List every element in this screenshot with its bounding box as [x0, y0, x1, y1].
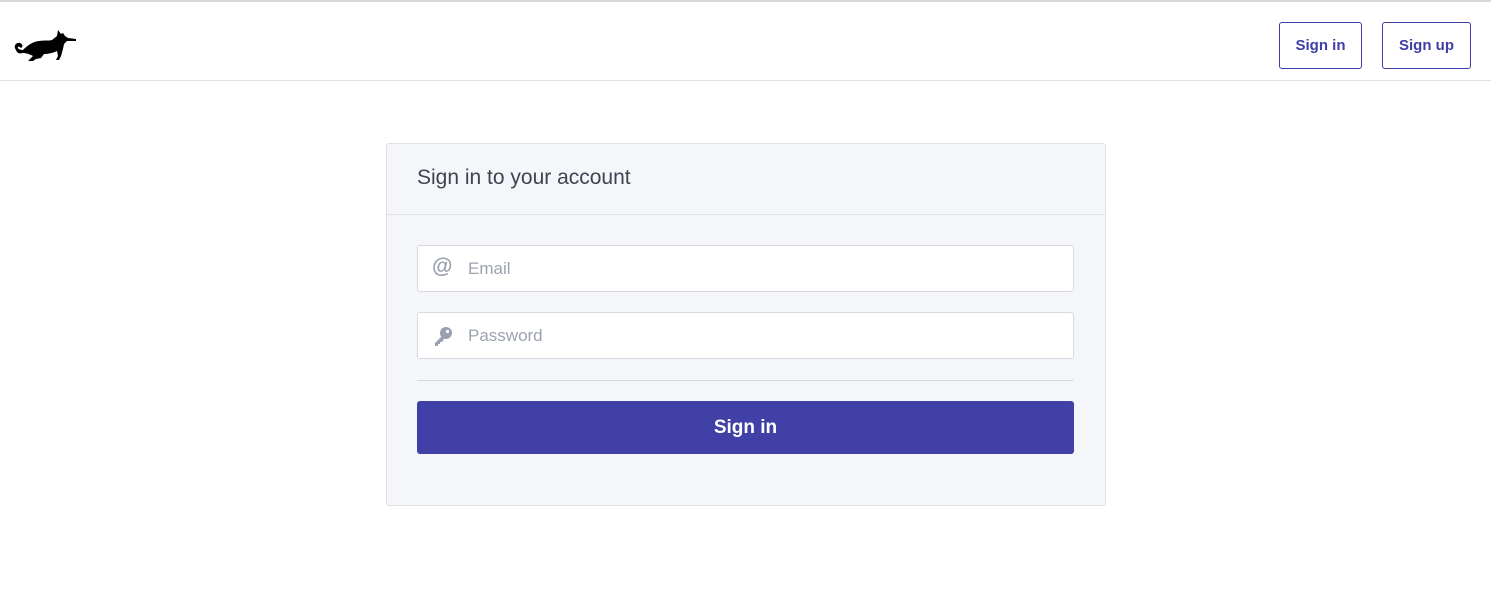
at-sign-icon: @ — [432, 255, 453, 278]
login-card: Sign in to your account @ Sign in — [386, 143, 1106, 506]
password-field[interactable] — [417, 312, 1074, 359]
card-title: Sign in to your account — [417, 166, 631, 189]
email-input[interactable] — [468, 246, 1063, 291]
sign-in-submit-button[interactable]: Sign in — [417, 401, 1074, 454]
sign-in-nav-button[interactable]: Sign in — [1279, 22, 1362, 69]
key-icon — [435, 327, 452, 346]
card-header: Sign in to your account — [387, 144, 1105, 215]
form-divider — [417, 380, 1074, 381]
cat-logo-icon[interactable] — [11, 23, 77, 63]
sign-up-nav-button[interactable]: Sign up — [1382, 22, 1471, 69]
navbar: Sign in Sign up — [0, 2, 1491, 81]
email-field[interactable]: @ — [417, 245, 1074, 292]
password-input[interactable] — [468, 313, 1063, 358]
